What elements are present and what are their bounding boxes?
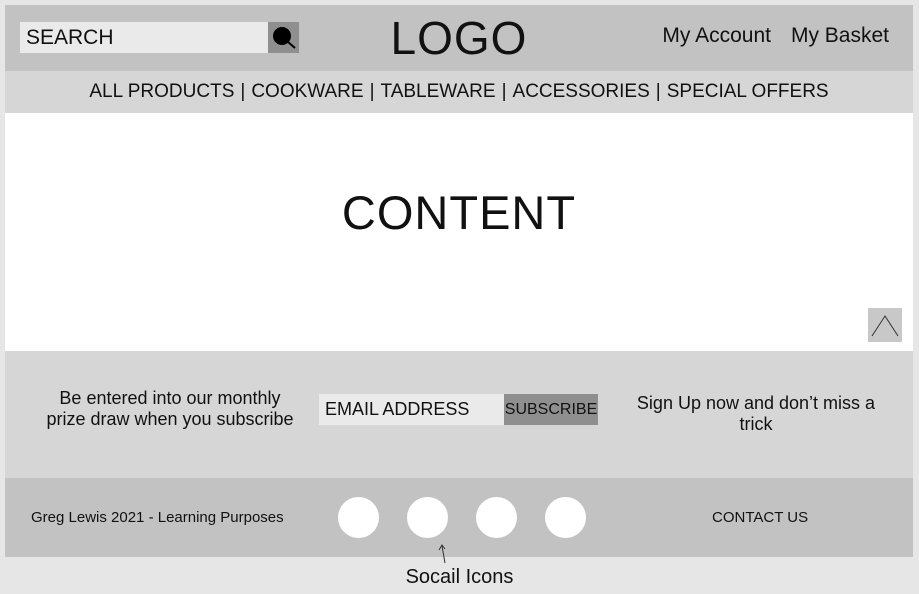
copyright-text: Greg Lewis 2021 - Learning Purposes [31, 509, 284, 526]
my-basket-link[interactable]: My Basket [791, 24, 889, 48]
prize-draw-text: Be entered into our monthly prize draw w… [46, 388, 294, 429]
wireframe-page: LOGO My Account My Basket ALL PRODUCTS |… [5, 5, 913, 557]
header: LOGO My Account My Basket [5, 5, 913, 71]
nav-separator: | [501, 81, 507, 102]
nav-item-accessories[interactable]: ACCESSORIES [513, 81, 650, 103]
scroll-to-top-button[interactable] [868, 308, 902, 342]
annotation-label: Socail Icons [405, 566, 514, 588]
nav-item-cookware[interactable]: COOKWARE [251, 81, 363, 103]
social-icons [338, 497, 586, 538]
nav-item-tableware[interactable]: TABLEWARE [381, 81, 496, 103]
social-icon-1[interactable] [338, 497, 379, 538]
annotation-arrow-icon [438, 544, 446, 564]
search-input[interactable] [20, 22, 268, 53]
nav-separator: | [240, 81, 246, 102]
social-icon-4[interactable] [545, 497, 586, 538]
newsletter-form: SUBSCRIBE [319, 394, 598, 425]
nav-item-all-products[interactable]: ALL PRODUCTS [89, 81, 234, 103]
nav-separator: | [655, 81, 661, 102]
content-area: CONTENT [5, 113, 913, 351]
social-icon-2[interactable] [407, 497, 448, 538]
my-account-link[interactable]: My Account [662, 24, 771, 48]
category-nav: ALL PRODUCTS | COOKWARE | TABLEWARE | AC… [5, 71, 913, 113]
account-links: My Account My Basket [662, 24, 889, 48]
search-button[interactable] [268, 22, 299, 53]
footer: Greg Lewis 2021 - Learning Purposes CONT… [5, 478, 913, 557]
nav-item-special-offers[interactable]: SPECIAL OFFERS [667, 81, 829, 103]
subscribe-section: Be entered into our monthly prize draw w… [5, 351, 913, 478]
sign-up-text: Sign Up now and don’t miss a trick [636, 393, 876, 434]
chevron-up-icon [871, 315, 899, 337]
content-title: CONTENT [341, 186, 577, 239]
contact-us-link[interactable]: CONTACT US [712, 509, 808, 526]
subscribe-button[interactable]: SUBSCRIBE [504, 394, 598, 425]
nav-separator: | [369, 81, 375, 102]
email-field[interactable] [319, 394, 504, 425]
search-bar [20, 22, 299, 53]
search-icon [273, 27, 296, 49]
social-icon-3[interactable] [476, 497, 517, 538]
